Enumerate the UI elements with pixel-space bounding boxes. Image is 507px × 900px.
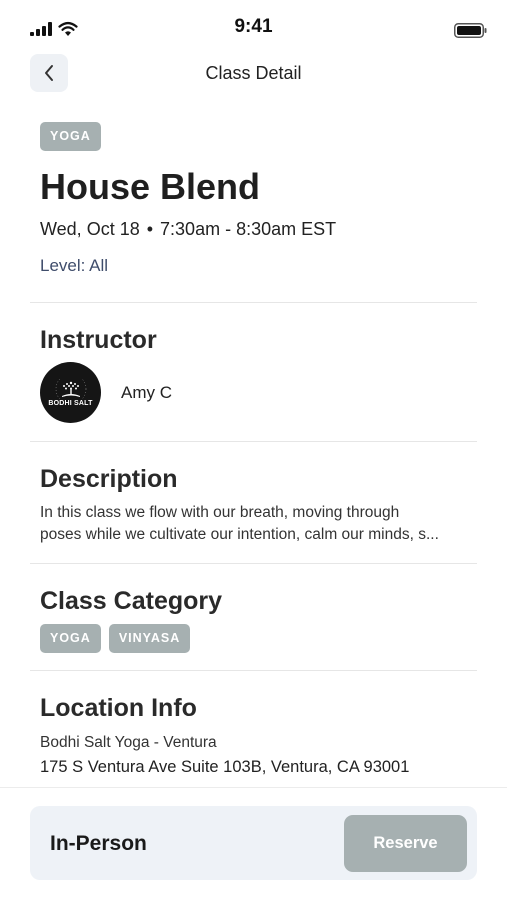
- class-info: YOGA House Blend Wed, Oct 18 • 7:30am - 8:…: [40, 122, 477, 276]
- location-name: Bodhi Salt Yoga - Ventura: [40, 734, 217, 751]
- booking-footer: In-Person Reserve: [30, 806, 477, 880]
- category-tags: YOGA VINYASA: [40, 624, 191, 653]
- category-tag-yoga[interactable]: YOGA: [40, 624, 101, 653]
- avatar-logo-text: BODHI SALT: [48, 399, 93, 407]
- instructor-avatar[interactable]: BODHI SALT: [40, 362, 101, 423]
- reserve-button[interactable]: Reserve: [344, 815, 467, 872]
- tree-logo-icon: [55, 378, 86, 399]
- instructor-name[interactable]: Amy C: [121, 383, 172, 403]
- class-type-tag: YOGA: [40, 122, 101, 151]
- footer-divider: [0, 787, 507, 788]
- description-line: In this class we flow with our breath, m…: [40, 504, 400, 521]
- status-bar: 9:41: [0, 0, 507, 50]
- class-title: House Blend: [40, 166, 261, 207]
- divider: [30, 563, 477, 564]
- class-datetime: Wed, Oct 18 • 7:30am - 8:30am EST: [40, 219, 477, 240]
- class-date: Wed, Oct 18: [40, 219, 140, 239]
- status-time: 9:41: [234, 16, 273, 37]
- description-text[interactable]: In this class we flow with our breath, m…: [40, 502, 477, 546]
- class-time: 7:30am - 8:30am EST: [160, 219, 337, 239]
- location-address[interactable]: 175 S Ventura Ave Suite 103B, Ventura, C…: [40, 758, 409, 777]
- divider: [30, 302, 477, 303]
- category-tag-vinyasa[interactable]: VINYASA: [108, 624, 191, 653]
- battery-icon: [454, 23, 487, 38]
- class-mode-label: In-Person: [50, 832, 147, 855]
- description-heading: Description: [40, 465, 178, 493]
- page-title: Class Detail: [205, 63, 302, 83]
- instructor-heading: Instructor: [40, 326, 157, 354]
- divider: [30, 441, 477, 442]
- description-line: poses while we cultivate our intention, …: [40, 526, 439, 543]
- location-heading: Location Info: [40, 694, 197, 722]
- class-level: Level: All: [40, 256, 109, 275]
- category-heading: Class Category: [40, 587, 223, 615]
- divider: [30, 670, 477, 671]
- datetime-separator: •: [146, 219, 154, 239]
